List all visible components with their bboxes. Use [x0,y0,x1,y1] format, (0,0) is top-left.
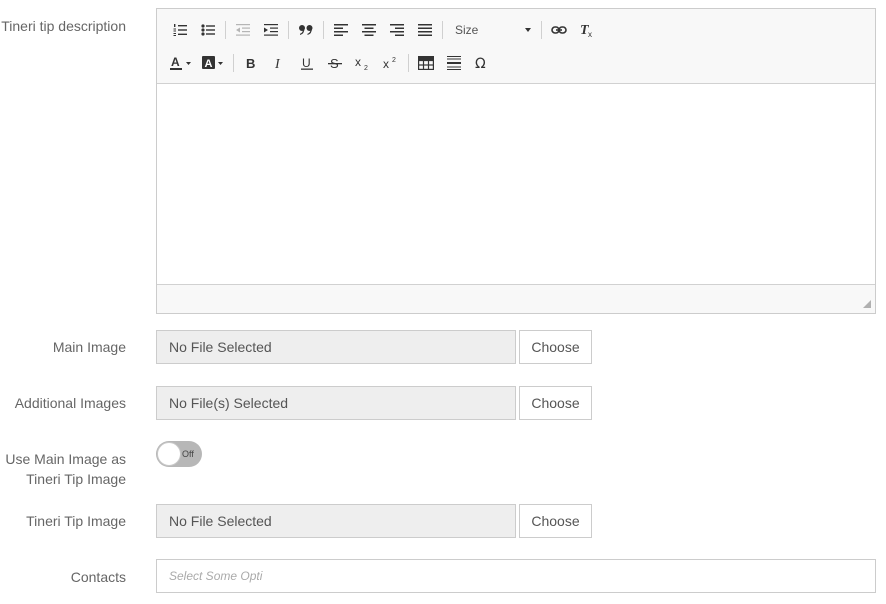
background-color-icon[interactable]: A [201,52,227,74]
svg-text:x: x [588,30,592,38]
superscript-icon[interactable]: x2 [380,52,402,74]
additional-images-file-field: No File(s) Selected [156,386,516,420]
bold-icon[interactable]: B [240,52,262,74]
underline-icon[interactable]: U [296,52,318,74]
toolbar-separator [442,21,443,39]
indent-icon[interactable] [260,19,282,41]
description-label: * Tineri tip description [0,16,126,36]
resize-handle-icon[interactable] [863,300,871,308]
svg-text:A: A [171,55,180,69]
table-icon[interactable] [415,52,437,74]
toolbar-separator [288,21,289,39]
description-label-text: Tineri tip description [1,18,126,34]
rich-text-editor: Size Tx A A B I U x 2 x 2 Ω [156,8,876,314]
main-image-choose-button[interactable]: Choose [519,330,592,364]
font-size-label: Size [455,23,479,37]
blockquote-icon[interactable] [295,19,317,41]
editor-toolbar: Size Tx A A B I U x 2 x 2 Ω [157,9,875,84]
use-main-image-label: Use Main Image as Tineri Tip Image [5,451,126,487]
editor-content-area[interactable] [157,84,875,284]
svg-text:B: B [246,56,255,70]
tip-image-file-field: No File Selected [156,504,516,538]
additional-images-label: Additional Images [14,395,126,411]
special-character-icon[interactable]: Ω [471,52,493,74]
align-right-icon[interactable] [386,19,408,41]
italic-icon[interactable]: I [268,52,290,74]
svg-text:x: x [355,55,361,69]
align-center-icon[interactable] [358,19,380,41]
toolbar-row-1: Size Tx [169,19,604,41]
use-main-image-toggle[interactable]: Off [156,441,202,467]
editor-status-bar [157,284,875,313]
numbered-list-icon[interactable] [169,19,191,41]
contacts-select[interactable]: Select Some Opti [156,559,876,593]
svg-text:2: 2 [392,57,396,64]
chevron-down-icon [525,28,531,32]
align-left-icon[interactable] [330,19,352,41]
text-color-icon[interactable]: A [169,52,195,74]
svg-text:2: 2 [364,65,368,71]
toolbar-separator [408,54,409,72]
tip-image-label: Tineri Tip Image [26,513,126,529]
font-size-dropdown[interactable]: Size [449,19,535,41]
link-icon[interactable] [548,19,570,41]
svg-text:U: U [302,56,311,70]
bulleted-list-icon[interactable] [197,19,219,41]
toolbar-separator [233,54,234,72]
toolbar-separator [225,21,226,39]
tip-image-choose-button[interactable]: Choose [519,504,592,538]
horizontal-line-icon[interactable] [443,52,465,74]
main-image-label: Main Image [52,339,126,355]
toolbar-separator [541,21,542,39]
toolbar-row-2: A A B I U S x2 x2 [169,52,499,74]
strikethrough-icon[interactable]: S [324,52,346,74]
svg-text:I: I [274,57,281,70]
subscript-icon[interactable]: x2 [352,52,374,74]
remove-format-icon[interactable]: Tx [576,19,598,41]
outdent-icon[interactable] [232,19,254,41]
toggle-knob [157,442,181,466]
additional-images-choose-button[interactable]: Choose [519,386,592,420]
svg-text:A: A [205,58,213,70]
toggle-state-text: Off [182,449,194,459]
svg-text:Ω: Ω [475,56,486,71]
toolbar-separator [323,21,324,39]
svg-text:x: x [383,57,389,71]
align-justify-icon[interactable] [414,19,436,41]
contacts-label: Contacts [70,569,126,585]
main-image-file-field: No File Selected [156,330,516,364]
